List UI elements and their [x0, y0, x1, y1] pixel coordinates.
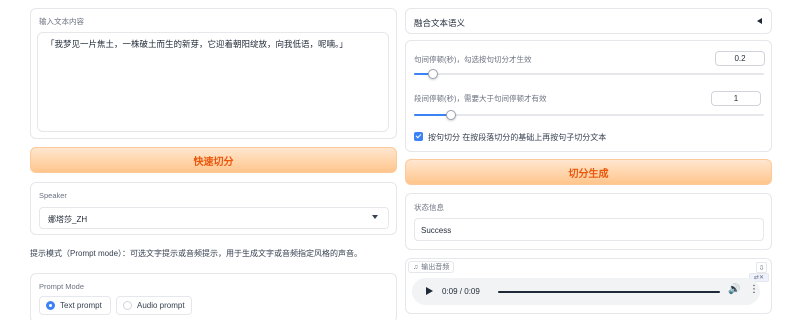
- text-input-panel: 输入文本内容 「我梦见一片焦土，一株破土而生的新芽，它迎着朝阳绽放，向我低语，呢…: [30, 8, 397, 139]
- paragraph-pause-label: 段间停顿(秒)，需要大于句间停顿才有效: [414, 94, 547, 103]
- output-audio-panel: ♫ 输出音频 ⇩ ⇄✕ 0:09 / 0:09 🔊 ⋮: [405, 258, 772, 314]
- audio-time: 0:09 / 0:09: [442, 287, 480, 296]
- sentence-pause-track: [414, 73, 764, 75]
- text-input-label: 输入文本内容: [39, 17, 84, 26]
- play-icon[interactable]: [426, 287, 433, 295]
- paragraph-pause-track: [414, 114, 764, 116]
- radio-unselected-icon: [123, 301, 132, 310]
- speaker-panel: Speaker 娜塔莎_ZH: [30, 182, 397, 235]
- audio-prompt-radio[interactable]: Audio prompt: [116, 296, 192, 315]
- accordion-title: 融合文本语义: [414, 18, 466, 28]
- speaker-selected-value: 娜塔莎_ZH: [48, 215, 88, 224]
- split-by-sentence-checkbox[interactable]: [414, 132, 423, 141]
- checkmark-icon: [415, 132, 421, 138]
- status-field[interactable]: Success: [414, 218, 764, 241]
- audio-progress-track[interactable]: [498, 290, 720, 293]
- paragraph-pause-input[interactable]: 1: [711, 91, 761, 106]
- prompt-mode-hint: 提示模式（Prompt mode）：可选文字提示或音频提示，用于生成文字或音频指…: [30, 249, 363, 258]
- more-options-icon[interactable]: ⋮: [749, 285, 759, 295]
- paragraph-pause-fill: [414, 114, 450, 116]
- chevron-down-icon: [372, 215, 378, 219]
- status-panel: 状态信息 Success: [405, 193, 772, 250]
- sentence-pause-slider-thumb[interactable]: [428, 69, 438, 79]
- download-icon[interactable]: ⇩: [756, 262, 767, 273]
- text-prompt-radio[interactable]: Text prompt: [39, 296, 111, 315]
- paragraph-pause-slider-thumb[interactable]: [446, 110, 456, 120]
- text-prompt-label: Text prompt: [60, 301, 102, 310]
- speaker-label: Speaker: [39, 191, 67, 200]
- prompt-mode-label: Prompt Mode: [39, 282, 85, 291]
- audio-prompt-label: Audio prompt: [137, 301, 185, 310]
- split-generate-button[interactable]: 切分生成: [405, 159, 772, 185]
- status-label: 状态信息: [414, 203, 444, 212]
- sentence-pause-label: 句间停顿(秒)，勾选按句切分才生效: [414, 55, 532, 64]
- music-note-icon: ♫: [413, 263, 419, 271]
- split-settings-panel: 句间停顿(秒)，勾选按句切分才生效 0.2 段间停顿(秒)，需要大于句间停顿才有…: [405, 40, 772, 152]
- quick-split-button[interactable]: 快速切分: [30, 147, 397, 173]
- caret-left-icon: [757, 18, 762, 24]
- split-by-sentence-label: 按句切分 在按段落切分的基础上再按句子切分文本: [428, 133, 607, 142]
- text-input-field[interactable]: 「我梦见一片焦土，一株破土而生的新芽，它迎着朝阳绽放，向我低语，呢喃。」: [37, 32, 389, 132]
- status-value: Success: [421, 226, 452, 235]
- radio-selected-icon: [46, 301, 55, 310]
- sentence-pause-input[interactable]: 0.2: [715, 51, 765, 66]
- output-audio-label: 输出音频: [421, 264, 450, 271]
- output-audio-tag: ♫ 输出音频: [408, 261, 455, 273]
- audio-player[interactable]: 0:09 / 0:09 🔊 ⋮: [412, 278, 760, 305]
- speaker-dropdown[interactable]: 娜塔莎_ZH: [39, 207, 389, 229]
- prompt-mode-panel: Prompt Mode Text prompt Audio prompt: [30, 273, 397, 320]
- volume-icon[interactable]: 🔊: [728, 285, 740, 295]
- semantic-fusion-accordion[interactable]: 融合文本语义: [405, 8, 772, 34]
